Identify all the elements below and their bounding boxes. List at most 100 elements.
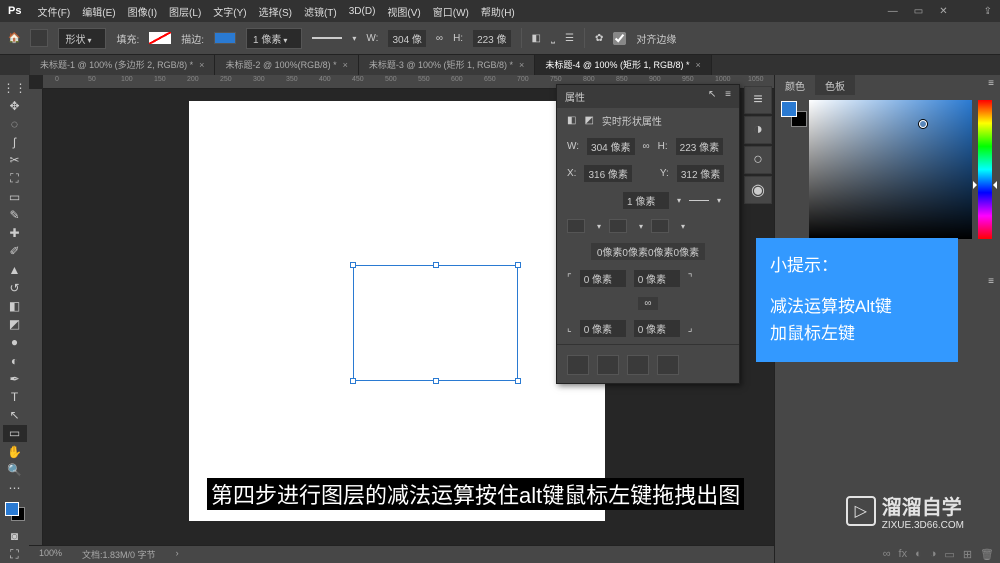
pathops-icon[interactable]: ◧ <box>532 33 541 44</box>
doc-tab-3[interactable]: 未标题-3 @ 100% (矩形 1, RGB/8) *× <box>359 55 535 75</box>
heal-tool[interactable]: ✚ <box>3 225 27 242</box>
marquee-tool[interactable]: ◌ <box>3 115 27 132</box>
resize-handle[interactable] <box>515 262 521 268</box>
resize-handle[interactable] <box>515 378 521 384</box>
menu-file[interactable]: 文件(F) <box>31 4 76 19</box>
stroke-width-combo[interactable]: 1 像素 <box>246 28 302 49</box>
pathop-combine[interactable] <box>567 355 589 375</box>
window-restore-icon[interactable]: ▭ <box>914 6 923 17</box>
corner-tl-value[interactable]: 0 像素 <box>580 270 626 287</box>
menu-view[interactable]: 视图(V) <box>381 4 426 19</box>
close-icon[interactable]: × <box>519 60 524 70</box>
quickmask-tool[interactable]: ◙ <box>3 528 27 545</box>
lib-panel-icon[interactable]: ◉ <box>744 176 772 204</box>
resize-handle[interactable] <box>433 378 439 384</box>
arrange-icon[interactable]: ☰ <box>565 33 574 44</box>
shape-rectangle[interactable] <box>353 265 518 381</box>
hand-tool[interactable]: ✋ <box>3 443 27 460</box>
link-wh-icon[interactable]: ∞ <box>436 33 443 44</box>
shape-mode-combo[interactable]: 形状 <box>58 28 106 49</box>
fg-color[interactable] <box>5 502 19 516</box>
frame-tool[interactable]: ▭ <box>3 188 27 205</box>
eraser-tool[interactable]: ◧ <box>3 297 27 314</box>
prop-w-value[interactable]: 304 像素 <box>587 138 634 155</box>
move-tool[interactable]: ✥ <box>3 97 27 114</box>
hue-slider[interactable] <box>978 100 992 239</box>
properties-panel[interactable]: 属性 ↖ ≡ ◧ ◩ 实时形状属性 W: 304 像素 ∞ H: 223 像素 … <box>556 84 740 384</box>
align-btn-2[interactable] <box>609 219 627 233</box>
rectangle-tool[interactable]: ▭ <box>3 425 27 442</box>
prop-h-value[interactable]: 223 像素 <box>676 138 723 155</box>
link-wh-icon[interactable]: ∞ <box>643 141 650 152</box>
status-chevron-icon[interactable]: › <box>176 548 179 561</box>
opt-h-value[interactable]: 223 像 <box>473 30 510 47</box>
stroke-style-line[interactable] <box>312 37 342 39</box>
align-btn-3[interactable] <box>651 219 669 233</box>
gradient-tool[interactable]: ◩ <box>3 316 27 333</box>
menu-3d[interactable]: 3D(D) <box>343 6 382 17</box>
color-panel[interactable] <box>775 95 1000 245</box>
prop-stroke-style[interactable] <box>689 200 709 201</box>
corner-br-value[interactable]: 0 像素 <box>634 320 680 337</box>
menu-filter[interactable]: 滤镜(T) <box>298 4 343 19</box>
crop-tool[interactable]: ⛶ <box>3 170 27 187</box>
panel-menu-icon[interactable]: ≡ <box>982 273 1000 293</box>
close-icon[interactable]: × <box>199 60 204 70</box>
doc-tab-4[interactable]: 未标题-4 @ 100% (矩形 1, RGB/8) *× <box>535 55 711 75</box>
prop-x-value[interactable]: 316 像素 <box>584 165 631 182</box>
link-corners[interactable]: ∞ <box>638 297 657 310</box>
properties-panel-icon[interactable]: ≡ <box>744 86 772 114</box>
tool-preset-icon[interactable] <box>30 29 48 47</box>
window-close-icon[interactable]: ✕ <box>939 6 947 17</box>
screenmode-tool[interactable]: ⛶ <box>3 546 27 563</box>
menu-type[interactable]: 文字(Y) <box>207 4 252 19</box>
eyedrop-tool[interactable]: ✎ <box>3 206 27 223</box>
menu-image[interactable]: 图像(I) <box>122 4 163 19</box>
fg-bg-colors[interactable] <box>5 502 25 521</box>
pen-tool[interactable]: ✒ <box>3 370 27 387</box>
align-btn-1[interactable] <box>567 219 585 233</box>
close-icon[interactable]: × <box>343 60 348 70</box>
gear-icon[interactable]: ✿ <box>595 33 603 44</box>
type-tool[interactable]: T <box>3 388 27 405</box>
new-layer-icon[interactable]: ⊞ <box>963 548 972 561</box>
menu-window[interactable]: 窗口(W) <box>427 4 475 19</box>
stamp-tool[interactable]: ▲ <box>3 261 27 278</box>
fill-swatch[interactable] <box>149 32 171 44</box>
blur-tool[interactable]: ● <box>3 334 27 351</box>
history-brush-tool[interactable]: ↺ <box>3 279 27 296</box>
panel-menu-icon[interactable]: ≡ <box>725 89 731 100</box>
corner-tr-value[interactable]: 0 像素 <box>634 270 680 287</box>
opt-w-value[interactable]: 304 像 <box>388 30 425 47</box>
doc-tab-1[interactable]: 未标题-1 @ 100% (多边形 2, RGB/8) *× <box>30 55 215 75</box>
quickselect-tool[interactable]: ✂ <box>3 152 27 169</box>
stroke-swatch[interactable] <box>214 32 236 44</box>
trash-icon[interactable]: 🗑 <box>980 548 994 561</box>
link-layers-icon[interactable]: ∞ <box>883 548 891 561</box>
home-icon[interactable]: 🏠 <box>8 33 20 44</box>
zoom-value[interactable]: 100% <box>39 548 62 561</box>
panel-menu-icon[interactable]: ≡ <box>982 75 1000 95</box>
prop-stroke-width[interactable]: 1 像素 <box>623 192 669 209</box>
dodge-tool[interactable]: ◐ <box>3 352 27 369</box>
align-edges-checkbox[interactable] <box>613 32 626 45</box>
doc-tab-2[interactable]: 未标题-2 @ 100%(RGB/8) *× <box>215 55 358 75</box>
resize-handle[interactable] <box>433 262 439 268</box>
prop-fill-swatch[interactable] <box>567 195 587 207</box>
lasso-tool[interactable]: ʃ <box>3 134 27 151</box>
zoom-tool[interactable]: 🔍 <box>3 461 27 478</box>
menu-layer[interactable]: 图层(L) <box>163 4 207 19</box>
info-panel-icon[interactable]: ○ <box>744 146 772 174</box>
adjust-panel-icon[interactable]: ◑ <box>744 116 772 144</box>
color-picker-ring[interactable] <box>919 120 927 128</box>
group-icon[interactable]: ▭ <box>944 548 954 561</box>
color-field[interactable] <box>809 100 972 239</box>
pathop-subtract[interactable] <box>597 355 619 375</box>
grip-icon[interactable]: ⋮⋮ <box>3 79 27 96</box>
menu-edit[interactable]: 编辑(E) <box>76 4 121 19</box>
tab-swatches[interactable]: 色板 <box>815 75 855 95</box>
window-minimize-icon[interactable]: — <box>888 6 898 17</box>
menu-help[interactable]: 帮助(H) <box>475 4 521 19</box>
fx-icon[interactable]: fx <box>899 548 908 561</box>
prop-y-value[interactable]: 312 像素 <box>677 165 724 182</box>
